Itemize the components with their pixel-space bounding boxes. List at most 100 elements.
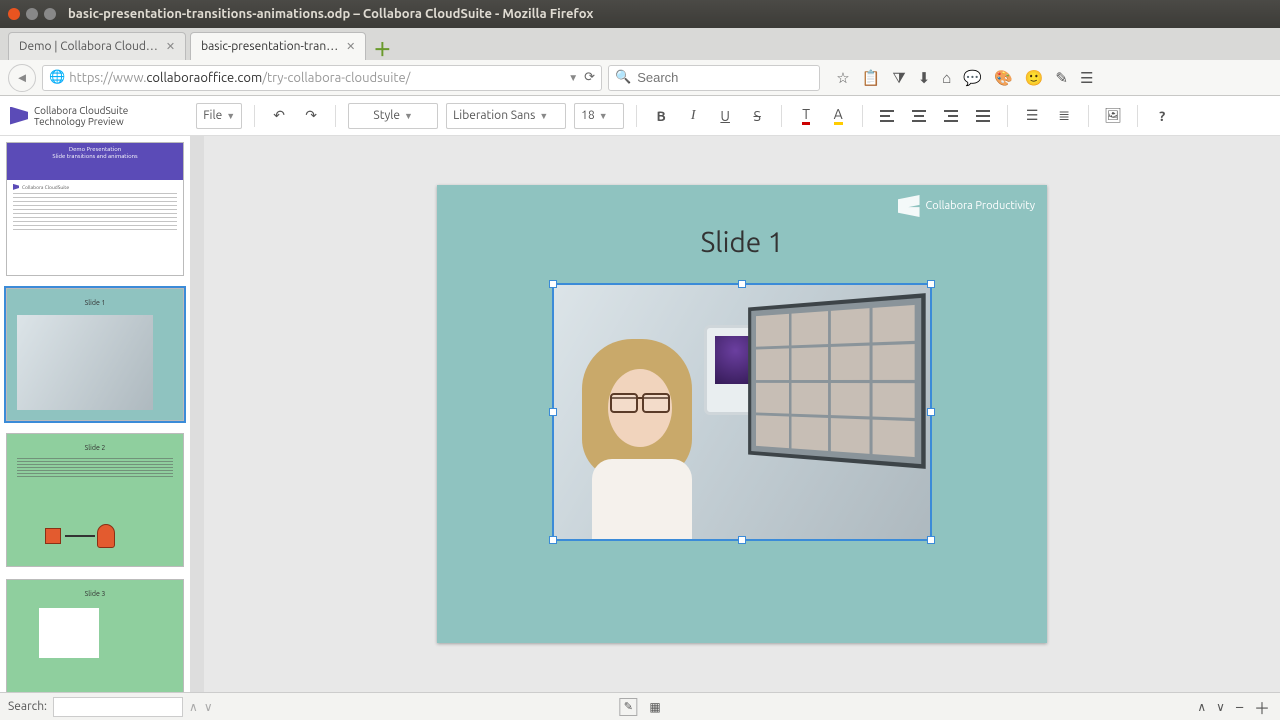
presentation-icon[interactable]: ▦	[649, 700, 660, 714]
slide-panel[interactable]: Demo Presentation Slide transitions and …	[0, 136, 190, 692]
highlight-button[interactable]: A	[826, 104, 850, 128]
window-minimize-icon[interactable]	[26, 8, 38, 20]
font-dropdown[interactable]: Liberation Sans▼	[446, 103, 566, 129]
italic-button[interactable]: I	[681, 104, 705, 128]
number-list-button[interactable]: ≣	[1052, 104, 1076, 128]
resize-handle-w[interactable]	[549, 408, 557, 416]
browser-tab-demo[interactable]: Demo | Collabora Cloud… ✕	[8, 32, 186, 60]
face-icon[interactable]: 🙂	[1025, 69, 1044, 87]
tab-label: Demo | Collabora Cloud…	[19, 40, 158, 53]
selected-image[interactable]	[552, 283, 932, 541]
style-dropdown[interactable]: Style▼	[348, 103, 438, 129]
url-prefix: https://www.	[69, 71, 146, 85]
resize-handle-n[interactable]	[738, 280, 746, 288]
bullet-list-button[interactable]: ☰	[1020, 104, 1044, 128]
navbar-icons: ☆ 📋 ⧩ ⬇ ⌂ 💬 🎨 🙂 ✎ ☰	[836, 69, 1093, 87]
tab-close-icon[interactable]: ✕	[166, 40, 175, 53]
align-center-button[interactable]	[907, 104, 931, 128]
browser-tab-presentation[interactable]: basic-presentation-tran… ✕	[190, 32, 366, 60]
download-icon[interactable]: ⬇	[918, 69, 931, 87]
app-toolbar: Collabora CloudSuite Technology Preview …	[0, 96, 1280, 136]
search-next-icon[interactable]: ∨	[204, 700, 213, 714]
insert-image-button[interactable]: 🖼	[1101, 104, 1125, 128]
slide-thumb-1[interactable]: Demo Presentation Slide transitions and …	[6, 142, 184, 276]
status-bar: Search: ∧ ∨ ✎ ▦ ∧ ∨ − ＋	[0, 692, 1280, 720]
separator	[636, 105, 637, 127]
resize-handle-s[interactable]	[738, 536, 746, 544]
brand-text: Collabora CloudSuite Technology Preview	[34, 105, 128, 127]
separator	[781, 105, 782, 127]
wing-icon	[898, 195, 920, 217]
slide-title[interactable]: Slide 1	[437, 227, 1047, 258]
separator	[862, 105, 863, 127]
fontsize-dropdown[interactable]: 18▼	[574, 103, 624, 129]
back-button[interactable]: ◄	[8, 64, 36, 92]
resize-handle-nw[interactable]	[549, 280, 557, 288]
star-icon[interactable]: ☆	[836, 69, 849, 87]
status-search-input[interactable]	[53, 697, 183, 717]
separator	[1007, 105, 1008, 127]
window-titlebar: basic-presentation-transitions-animation…	[0, 0, 1280, 28]
slide-thumb-4[interactable]: Slide 3	[6, 579, 184, 693]
window-maximize-icon[interactable]	[44, 8, 56, 20]
bold-button[interactable]: B	[649, 104, 673, 128]
canvas-area[interactable]: Collabora Productivity Slide 1	[204, 136, 1280, 692]
new-tab-button[interactable]: ＋	[370, 38, 394, 60]
url-path: /try-collabora-cloudsuite/	[262, 71, 410, 85]
resize-handle-e[interactable]	[927, 408, 935, 416]
home-icon[interactable]: ⌂	[942, 69, 951, 87]
align-justify-button[interactable]	[971, 104, 995, 128]
brand: Collabora CloudSuite Technology Preview	[10, 105, 128, 127]
browser-navbar: ◄ 🌐 https://www.collaboraoffice.com/try-…	[0, 60, 1280, 96]
status-right: ∧ ∨ − ＋	[1197, 695, 1270, 719]
tab-close-icon[interactable]: ✕	[346, 40, 355, 53]
file-menu[interactable]: File▼	[196, 103, 242, 129]
status-center: ✎ ▦	[619, 698, 660, 716]
strike-button[interactable]: S	[745, 104, 769, 128]
slide-panel-scrollbar[interactable]	[190, 136, 204, 692]
resize-handle-sw[interactable]	[549, 536, 557, 544]
url-domain: collaboraoffice.com	[146, 71, 262, 85]
redo-button[interactable]: ↷	[299, 104, 323, 128]
zoom-in-icon[interactable]: ＋	[1254, 695, 1270, 719]
search-prev-icon[interactable]: ∧	[189, 700, 198, 714]
resize-handle-ne[interactable]	[927, 280, 935, 288]
separator	[1088, 105, 1089, 127]
zoom-out-icon[interactable]: −	[1235, 698, 1244, 716]
brand-logo-icon	[10, 107, 28, 125]
current-slide[interactable]: Collabora Productivity Slide 1	[437, 185, 1047, 643]
window-close-icon[interactable]	[8, 8, 20, 20]
pocket-icon[interactable]: ⧩	[892, 69, 905, 87]
search-icon: 🔍	[615, 70, 631, 85]
font-color-button[interactable]: T	[794, 104, 818, 128]
slide-corner-logo: Collabora Productivity	[898, 195, 1035, 217]
edit-mode-button[interactable]: ✎	[619, 698, 637, 716]
browser-tabstrip: Demo | Collabora Cloud… ✕ basic-presenta…	[0, 28, 1280, 60]
chat-icon[interactable]: 💬	[963, 69, 982, 87]
tool-icon[interactable]: ✎	[1055, 69, 1068, 87]
search-label: Search:	[8, 700, 47, 713]
zoom-up-icon[interactable]: ∧	[1197, 700, 1206, 714]
zoom-down-icon[interactable]: ∨	[1216, 700, 1225, 714]
align-left-button[interactable]	[875, 104, 899, 128]
clipboard-icon[interactable]: 📋	[862, 69, 881, 87]
help-button[interactable]: ?	[1150, 104, 1174, 128]
url-bar[interactable]: 🌐 https://www.collaboraoffice.com/try-co…	[42, 65, 602, 91]
align-right-button[interactable]	[939, 104, 963, 128]
browser-search[interactable]: 🔍	[608, 65, 820, 91]
undo-button[interactable]: ↶	[267, 104, 291, 128]
underline-button[interactable]: U	[713, 104, 737, 128]
paint-icon[interactable]: 🎨	[994, 69, 1013, 87]
image-content	[554, 285, 930, 539]
url-dropdown-icon[interactable]: ▼	[568, 72, 578, 84]
reload-icon[interactable]: ⟳	[584, 70, 595, 85]
search-input[interactable]	[637, 70, 813, 85]
slide-thumb-2[interactable]: Slide 1	[6, 288, 184, 422]
separator	[335, 105, 336, 127]
resize-handle-se[interactable]	[927, 536, 935, 544]
menu-icon[interactable]: ☰	[1080, 69, 1093, 87]
globe-icon: 🌐	[49, 70, 65, 85]
window-title: basic-presentation-transitions-animation…	[68, 7, 593, 21]
workspace: Demo Presentation Slide transitions and …	[0, 136, 1280, 692]
slide-thumb-3[interactable]: Slide 2	[6, 433, 184, 567]
